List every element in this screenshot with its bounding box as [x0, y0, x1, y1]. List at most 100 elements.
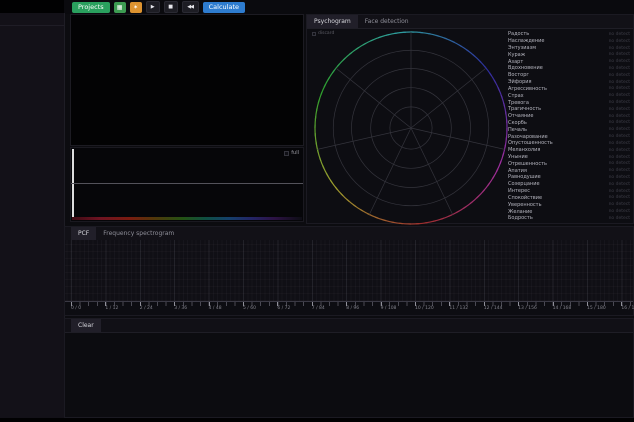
emotion-label: Отрешенность: [508, 161, 547, 167]
emotion-value: no detect: [609, 148, 630, 153]
emotion-label: Интерес: [508, 188, 530, 194]
emotion-label: Восторг: [508, 72, 529, 78]
emotion-value: no detect: [609, 189, 630, 194]
emotion-value: no detect: [609, 175, 630, 180]
video-preview[interactable]: [70, 14, 304, 146]
emotion-value: no detect: [609, 202, 630, 207]
emotion-value: no detect: [609, 86, 630, 91]
emotion-row: Бодрость no detect: [508, 215, 630, 222]
psychogram-polar-chart: [311, 29, 511, 225]
polar-grid-spoke: [411, 128, 505, 149]
emotion-row: Уныниеno detect: [508, 154, 630, 161]
emotion-value: no detect: [609, 216, 630, 221]
emotion-row: Печаль no detect: [508, 126, 630, 133]
emotion-value: no detect: [609, 46, 630, 51]
tab-face-detection[interactable]: Face detection: [358, 15, 416, 28]
emotion-value: no detect: [609, 107, 630, 112]
emotion-value: no detect: [609, 52, 630, 57]
emotion-value: no detect: [609, 100, 630, 105]
axis-tick-label: 5 / 60: [243, 306, 256, 311]
emotion-row: Скорбьno detect: [508, 120, 630, 127]
emotion-label: Печаль: [508, 127, 527, 133]
emotion-value: no detect: [609, 161, 630, 166]
axis-tick-label: 8 / 96: [346, 306, 359, 311]
tab-psychogram[interactable]: Psychogram: [307, 15, 358, 28]
emotion-label: Апатия: [508, 168, 527, 174]
clear-panel: Clear: [64, 318, 634, 418]
axis-tick-label: 0 / 0: [71, 306, 81, 311]
emotion-row: Кураж no detect: [508, 51, 630, 58]
tab-frequency-spectrogram[interactable]: Frequency spectrogram: [96, 227, 181, 240]
emotion-label: Меланхолия: [508, 147, 540, 153]
spectrogram-panel: PCF Frequency spectrogram 0 / 01 / 122 /…: [64, 226, 634, 316]
waveform-baseline: [71, 183, 303, 184]
emotion-row: Вдохновениеno detect: [508, 65, 630, 72]
waveform-panel[interactable]: full: [70, 147, 304, 222]
play-icon: ▶: [151, 4, 155, 10]
full-toggle[interactable]: full: [284, 150, 299, 156]
axis-tick-label: 2 / 24: [140, 306, 153, 311]
app-logo: [0, 0, 64, 13]
spectrogram-grid[interactable]: [65, 240, 633, 302]
emotion-row: Радостьno detect: [508, 31, 630, 38]
emotion-label: Скорбь: [508, 120, 527, 126]
emotion-label: Бодрость: [508, 215, 533, 221]
emotion-value: no detect: [609, 59, 630, 64]
favorite-button[interactable]: ✶: [130, 2, 142, 13]
emotion-value: no detect: [609, 127, 630, 132]
emotion-value: no detect: [609, 114, 630, 119]
clear-tabbar: Clear: [65, 319, 633, 333]
emotion-label: Спокойствие: [508, 195, 542, 201]
emotion-row: Опустошенностьno detect: [508, 140, 630, 147]
bottom-bar: [0, 418, 634, 422]
emotion-value: no detect: [609, 141, 630, 146]
polar-grid-spoke: [411, 68, 486, 128]
playhead-cursor[interactable]: [72, 149, 74, 220]
axis-tick-label: 13 / 156: [518, 306, 537, 311]
rewind-button[interactable]: ◀◀: [182, 1, 199, 13]
clear-button[interactable]: Clear: [71, 319, 101, 332]
axis-tick-label: 7 / 84: [312, 306, 325, 311]
emotion-row: Энтузиазмno detect: [508, 45, 630, 52]
axis-tick-label: 9 / 108: [381, 306, 397, 311]
tab-pcf[interactable]: PCF: [71, 227, 96, 240]
polar-grid-spoke: [336, 68, 411, 128]
emotion-label: Азарт: [508, 59, 523, 65]
emotion-row: Эйфория no detect: [508, 79, 630, 86]
emotion-row: Желаниеno detect: [508, 208, 630, 215]
checkbox-icon[interactable]: [284, 151, 289, 156]
play-button[interactable]: ▶: [146, 1, 160, 13]
emotion-label: Уныние: [508, 154, 528, 160]
stop-icon: ■: [168, 4, 173, 10]
emotion-label: Равнодушие: [508, 174, 541, 180]
emotion-label: Разочарование: [508, 134, 548, 140]
emotion-row: Меланхолия no detect: [508, 147, 630, 154]
emotion-row: Уверенность no detect: [508, 201, 630, 208]
emotion-value: no detect: [609, 80, 630, 85]
open-folder-button[interactable]: ▦: [114, 2, 126, 13]
emotion-label: Созерцание: [508, 181, 540, 187]
emotion-row: Тревогаno detect: [508, 99, 630, 106]
emotion-value: no detect: [609, 93, 630, 98]
psychogram-panel: Psychogram Face detection discard Радост…: [306, 14, 634, 224]
axis-tick-label: 6 / 72: [277, 306, 290, 311]
rewind-icon: ◀◀: [187, 4, 193, 10]
calculate-button[interactable]: Calculate: [203, 2, 245, 13]
projects-button[interactable]: Projects: [72, 2, 110, 13]
emotion-value: no detect: [609, 209, 630, 214]
emotion-row: Интерес no detect: [508, 188, 630, 195]
emotion-row: Созерцаниеno detect: [508, 181, 630, 188]
axis-tick-label: 12 / 144: [484, 306, 503, 311]
emotion-label: Уверенность: [508, 202, 542, 208]
emotion-label: Кураж: [508, 52, 525, 58]
folder-icon: ▦: [117, 2, 123, 13]
axis-tick-label: 14 / 168: [553, 306, 572, 311]
emotion-row: Страхno detect: [508, 92, 630, 99]
stop-button[interactable]: ■: [164, 1, 178, 13]
axis-tick-label: 15 / 180: [587, 306, 606, 311]
emotion-label: Трагичность: [508, 106, 541, 112]
emotion-row: Восторгno detect: [508, 72, 630, 79]
emotion-label: Эйфория: [508, 79, 532, 85]
top-toolbar: Projects ▦ ✶ ▶ ■ ◀◀ Calculate: [0, 0, 634, 14]
polar-grid-spoke: [317, 128, 411, 149]
